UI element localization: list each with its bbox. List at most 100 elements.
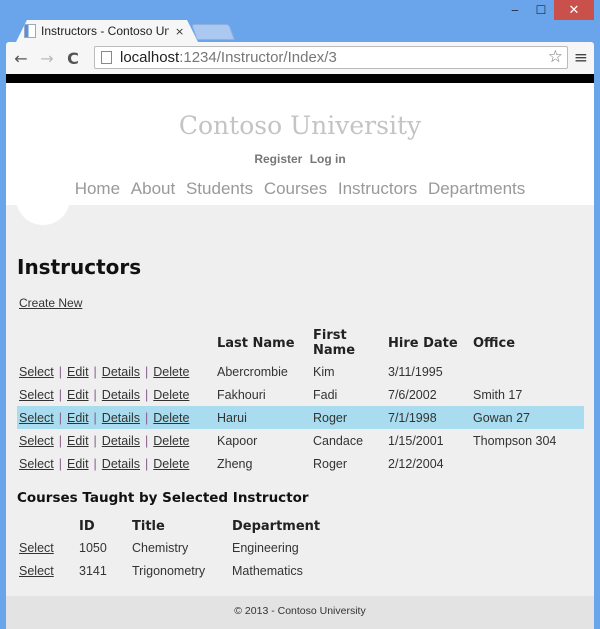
register-link[interactable]: Register xyxy=(254,152,302,166)
address-bar[interactable]: localhost:1234/Instructor/Index/3 ☆ xyxy=(94,46,568,69)
login-link[interactable]: Log in xyxy=(310,152,346,166)
reload-icon[interactable]: C xyxy=(62,49,84,68)
col-hire-date: Hire Date xyxy=(388,335,458,351)
window-close-button[interactable]: ✕ xyxy=(554,0,594,20)
col-title: Title xyxy=(132,518,165,534)
instructor-row: Select | Edit | Details | Delete Abercrombie Kim… xyxy=(17,360,584,383)
course-department-cell: Mathematics xyxy=(232,563,303,578)
col-actions xyxy=(17,326,217,360)
web-page: Contoso University Register Log in Home … xyxy=(6,83,594,629)
details-link[interactable]: Details xyxy=(102,411,140,425)
back-icon[interactable]: ← xyxy=(10,49,32,68)
select-link[interactable]: Select xyxy=(19,388,54,402)
office-cell: Gowan 27 xyxy=(473,406,584,429)
page-icon xyxy=(101,51,112,64)
office-cell: Thompson 304 xyxy=(473,433,557,448)
login-links: Register Log in xyxy=(6,152,594,166)
instructor-row: Select | Edit | Details | Delete Fakhouri Fadi 7/… xyxy=(17,383,584,406)
courses-table: ID Title Department Select 1050 Chemistry E… xyxy=(17,516,320,582)
site-title[interactable]: Contoso University xyxy=(6,111,594,140)
select-link[interactable]: Select xyxy=(19,365,54,379)
office-cell xyxy=(473,452,584,475)
delete-link[interactable]: Delete xyxy=(153,411,189,425)
details-link[interactable]: Details xyxy=(102,457,140,471)
new-tab-button[interactable] xyxy=(191,24,235,40)
edit-link[interactable]: Edit xyxy=(67,388,89,402)
maximize-button[interactable]: ☐ xyxy=(528,0,554,20)
browser-tab[interactable]: Instructors - Contoso Univ × xyxy=(16,20,198,42)
courses-heading: Courses Taught by Selected Instructor xyxy=(17,490,309,506)
instructors-table: Last Name First Name Hire Date Office Se… xyxy=(17,326,584,475)
delete-link[interactable]: Delete xyxy=(153,388,189,402)
first-name-cell: Kim xyxy=(313,364,335,379)
edit-link[interactable]: Edit xyxy=(67,457,89,471)
action-separator: | xyxy=(145,410,149,425)
col-select xyxy=(17,516,79,536)
url-host: localhost xyxy=(120,49,180,66)
select-link[interactable]: Select xyxy=(19,457,54,471)
menu-instructors[interactable]: Instructors xyxy=(338,179,417,198)
last-name-cell: Zheng xyxy=(217,456,253,471)
details-link[interactable]: Details xyxy=(102,388,140,402)
course-title-cell: Chemistry xyxy=(132,540,189,555)
instructor-row: Select | Edit | Details | Delete Zheng Roger 2/12… xyxy=(17,452,584,475)
action-separator: | xyxy=(58,456,62,471)
delete-link[interactable]: Delete xyxy=(153,457,189,471)
create-new-link[interactable]: Create New xyxy=(19,296,82,310)
first-name-cell: Candace xyxy=(313,433,364,448)
select-link[interactable]: Select xyxy=(19,411,54,425)
browser-window: ‒ ☐ ✕ Instructors - Contoso Univ × ← → C… xyxy=(0,0,600,629)
action-separator: | xyxy=(93,387,97,402)
row-actions: Select | Edit | Details | Delete xyxy=(17,383,217,406)
menu-courses[interactable]: Courses xyxy=(264,179,327,198)
footer: © 2013 - Contoso University xyxy=(6,596,594,629)
page-title: Instructors xyxy=(17,255,142,279)
row-actions: Select | Edit | Details | Delete xyxy=(17,429,217,452)
hire-date-cell: 7/1/1998 xyxy=(388,406,473,429)
menu-departments[interactable]: Departments xyxy=(428,179,525,198)
browser-toolbar: ← → C localhost:1234/Instructor/Index/3 … xyxy=(6,42,594,74)
course-id-cell: 3141 xyxy=(79,563,107,578)
course-select-link[interactable]: Select xyxy=(19,541,54,555)
instructor-row: Select | Edit | Details | Delete Harui Roger 7/1/… xyxy=(17,406,584,429)
action-separator: | xyxy=(145,387,149,402)
hire-date-cell: 2/12/2004 xyxy=(388,456,444,471)
edit-link[interactable]: Edit xyxy=(67,411,89,425)
forward-icon[interactable]: → xyxy=(36,49,58,68)
chrome-menu-icon[interactable]: ≡ xyxy=(574,48,588,68)
menu-students[interactable]: Students xyxy=(186,179,253,198)
course-id-cell: 1050 xyxy=(79,540,107,555)
details-link[interactable]: Details xyxy=(102,434,140,448)
action-separator: | xyxy=(93,364,97,379)
course-select-cell: Select xyxy=(17,559,79,582)
course-row: Select 3141 Trigonometry Mathematics xyxy=(17,559,320,582)
edit-link[interactable]: Edit xyxy=(67,365,89,379)
last-name-cell: Fakhouri xyxy=(217,387,266,402)
minimize-button[interactable]: ‒ xyxy=(502,0,528,20)
tab-close-icon[interactable]: × xyxy=(175,25,184,38)
action-separator: | xyxy=(58,364,62,379)
col-id: ID xyxy=(79,518,95,534)
last-name-cell: Kapoor xyxy=(217,433,258,448)
last-name-cell: Harui xyxy=(217,406,313,429)
menu-home[interactable]: Home xyxy=(75,179,120,198)
first-name-cell: Roger xyxy=(313,406,388,429)
first-name-cell: Fadi xyxy=(313,387,338,402)
bookmark-star-icon[interactable]: ☆ xyxy=(548,47,563,67)
office-cell xyxy=(473,360,584,383)
action-separator: | xyxy=(58,433,62,448)
select-link[interactable]: Select xyxy=(19,434,54,448)
decorative-circle xyxy=(16,179,70,225)
edit-link[interactable]: Edit xyxy=(67,434,89,448)
main-menu: Home About Students Courses Instructors … xyxy=(6,179,594,199)
course-row: Select 1050 Chemistry Engineering xyxy=(17,536,320,559)
tab-title: Instructors - Contoso Univ xyxy=(41,24,169,38)
hire-date-cell: 3/11/1995 xyxy=(388,364,443,379)
menu-about[interactable]: About xyxy=(131,179,175,198)
delete-link[interactable]: Delete xyxy=(153,434,189,448)
course-department-cell: Engineering xyxy=(232,540,299,555)
course-select-link[interactable]: Select xyxy=(19,564,54,578)
details-link[interactable]: Details xyxy=(102,365,140,379)
delete-link[interactable]: Delete xyxy=(153,365,189,379)
url-path: :1234/Instructor/Index/3 xyxy=(179,49,337,66)
